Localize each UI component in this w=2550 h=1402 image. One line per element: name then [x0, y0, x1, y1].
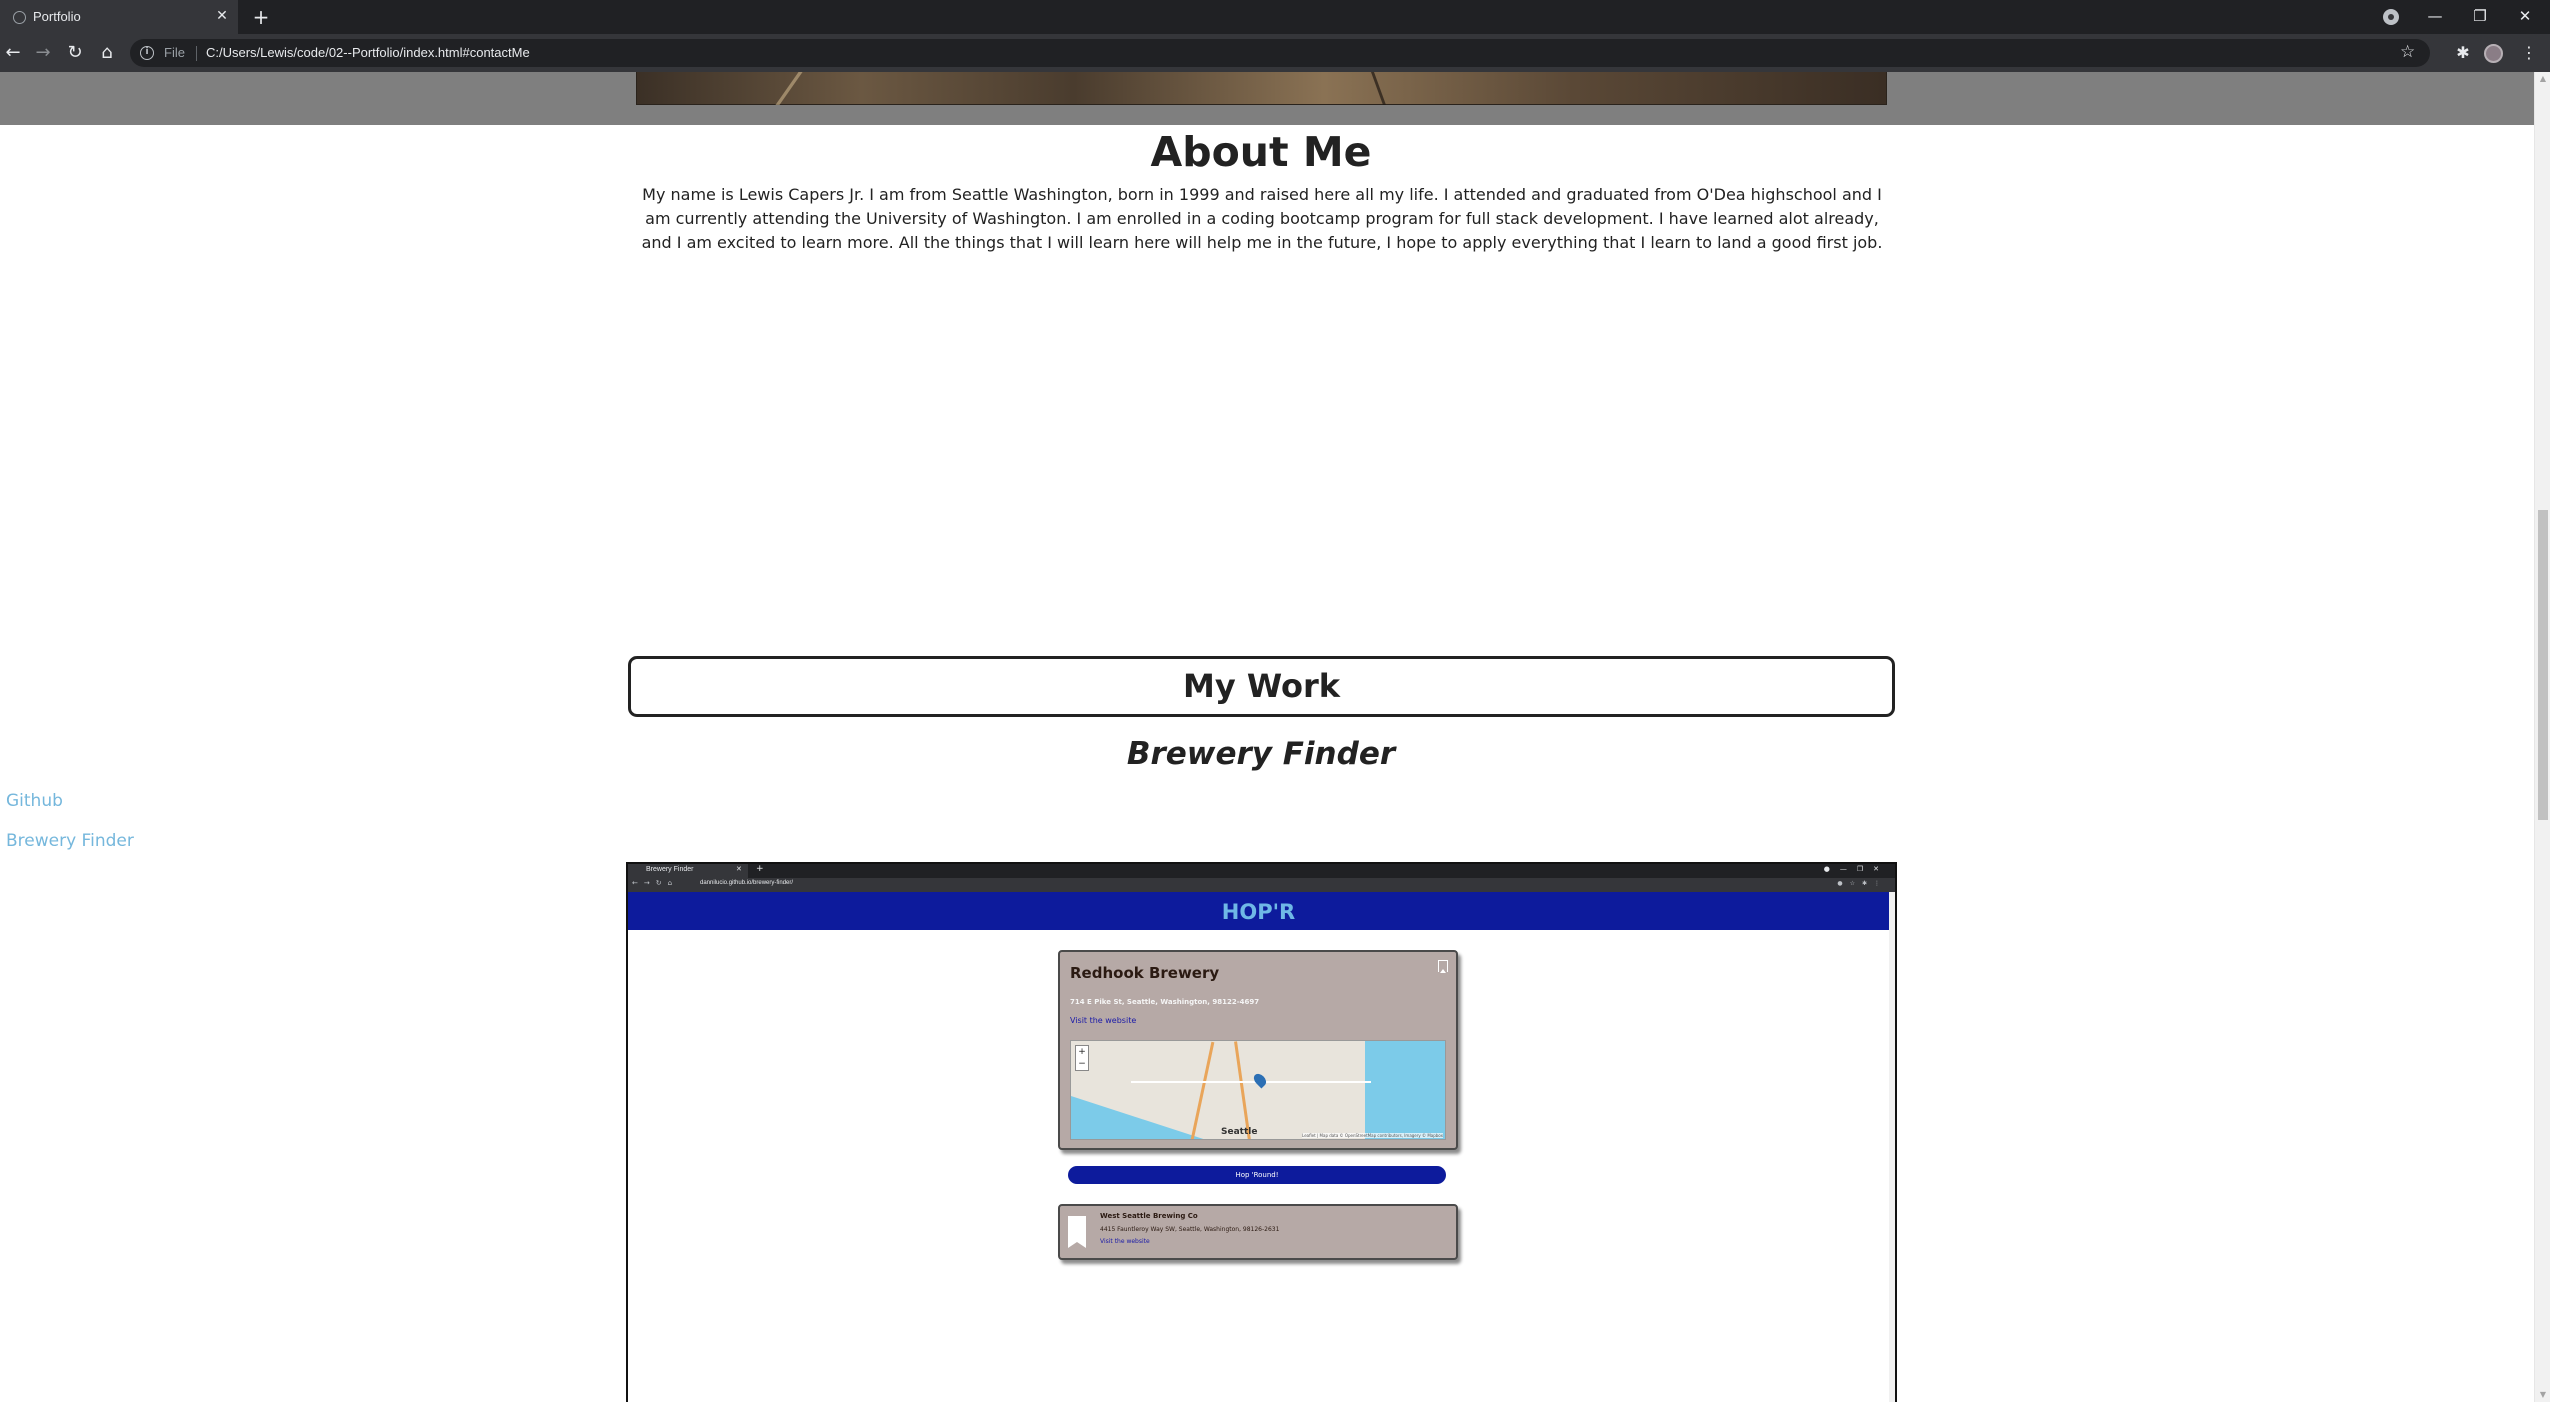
reload-icon[interactable]: ↻ [62, 40, 88, 66]
browser-toolbar: ← → ↻ ⌂ i File C:/Users/Lewis/code/02--P… [0, 34, 2550, 72]
info-icon[interactable]: i [140, 46, 154, 60]
home-icon[interactable]: ⌂ [94, 40, 120, 66]
map-water [1365, 1041, 1445, 1139]
page-scrollbar[interactable]: ▲ ▼ [2534, 72, 2550, 1402]
map-pin-icon [1251, 1071, 1269, 1089]
screenshot-toolbar: ←→↻⌂ dannilucio.github.io/brewery-finder… [628, 878, 1895, 892]
github-link[interactable]: Github [6, 791, 63, 811]
bookmark-icon [1438, 960, 1448, 973]
hero-image [636, 72, 1887, 105]
globe-icon [13, 11, 26, 24]
about-text: My name is Lewis Capers Jr. I am from Se… [641, 185, 1883, 252]
my-work-title: My Work [1182, 667, 1341, 705]
hero-band [0, 72, 2534, 125]
window-controls-icon: ●—❐✕ [1823, 865, 1889, 873]
browser-tab-bar: Portfolio ✕ + — ❐ ✕ [0, 0, 2550, 34]
toolbar-icons: ●☆✱⋮ [1837, 880, 1887, 887]
address-bar[interactable]: i File C:/Users/Lewis/code/02--Portfolio… [130, 39, 2430, 67]
saved-brewery-name: West Seattle Brewing Co [1100, 1212, 1198, 1220]
nav-icons: ←→↻⌂ [632, 879, 679, 887]
screenshot-tab-title: Brewery Finder [646, 866, 694, 873]
scroll-thumb[interactable] [2538, 510, 2548, 820]
scheme-label: File [164, 45, 185, 60]
close-icon: ✕ [736, 865, 742, 873]
profile-avatar[interactable] [2484, 44, 2503, 63]
project-title: Brewery Finder [1126, 736, 1396, 772]
brewery-finder-link[interactable]: Brewery Finder [6, 831, 134, 851]
screenshot-tab-bar: Brewery Finder ✕ + ●—❐✕ [628, 864, 1895, 878]
close-tab-icon[interactable]: ✕ [213, 6, 231, 26]
my-work-header: My Work [628, 656, 1895, 717]
brewery-map: + − Seattle Leaflet | Map data © OpenStre… [1070, 1040, 1446, 1140]
scroll-up-icon[interactable]: ▲ [2538, 74, 2548, 84]
screenshot-tab: Brewery Finder ✕ [628, 864, 748, 878]
plus-icon: + [756, 864, 764, 874]
tab-search-icon[interactable] [2383, 9, 2399, 25]
map-attribution: Leaflet | Map data © OpenStreetMap contr… [1302, 1133, 1443, 1138]
scroll-down-icon[interactable]: ▼ [2538, 1390, 2548, 1400]
brewery-address: 714 E Pike St, Seattle, Washington, 9812… [1070, 998, 1260, 1006]
page-viewport: About Me My name is Lewis Capers Jr. I a… [0, 72, 2534, 1402]
about-title: About Me [1150, 128, 1372, 176]
url-text[interactable]: C:/Users/Lewis/code/02--Portfolio/index.… [206, 45, 530, 60]
bookmark-icon [1068, 1216, 1086, 1248]
map-city-label: Seattle [1221, 1127, 1258, 1137]
map-water [1071, 1096, 1211, 1139]
hop-button-container: Hop 'Round! [1058, 1160, 1458, 1190]
saved-brewery-card: West Seattle Brewing Co 4415 Fauntleroy … [1058, 1204, 1458, 1260]
map-road [1190, 1041, 1215, 1139]
screenshot-url: dannilucio.github.io/brewery-finder/ [700, 880, 794, 886]
project-screenshot: Brewery Finder ✕ + ●—❐✕ ←→↻⌂ dannilucio.… [626, 862, 1897, 1402]
hopr-logo: HOP'R [1221, 900, 1296, 924]
map-road [1234, 1041, 1251, 1139]
brewery-name: Redhook Brewery [1070, 964, 1220, 982]
brewery-website-link: Visit the website [1070, 1016, 1137, 1025]
restore-button[interactable]: ❐ [2465, 4, 2495, 28]
hopr-header: HOP'R [628, 892, 1889, 930]
map-road [1131, 1081, 1371, 1083]
forward-icon[interactable]: → [30, 40, 56, 66]
new-tab-button[interactable]: + [250, 5, 272, 29]
minimize-button[interactable]: — [2420, 4, 2450, 28]
saved-brewery-link: Visit the website [1100, 1238, 1150, 1245]
back-icon[interactable]: ← [0, 40, 26, 66]
screenshot-scrollbar [1889, 892, 1895, 1402]
map-zoom-icon: + − [1075, 1045, 1089, 1071]
browser-tab-portfolio[interactable]: Portfolio ✕ [0, 0, 238, 34]
menu-icon[interactable]: ⋮ [2516, 40, 2542, 66]
divider [196, 46, 197, 61]
extensions-icon[interactable]: ✱ [2450, 40, 2476, 66]
saved-brewery-address: 4415 Fauntleroy Way SW, Seattle, Washing… [1100, 1226, 1280, 1233]
hop-round-button: Hop 'Round! [1068, 1166, 1446, 1184]
close-window-button[interactable]: ✕ [2510, 4, 2540, 28]
brewery-card: Redhook Brewery 714 E Pike St, Seattle, … [1058, 950, 1458, 1150]
bookmark-star-icon[interactable]: ☆ [2400, 42, 2415, 62]
tab-title: Portfolio [33, 9, 81, 24]
